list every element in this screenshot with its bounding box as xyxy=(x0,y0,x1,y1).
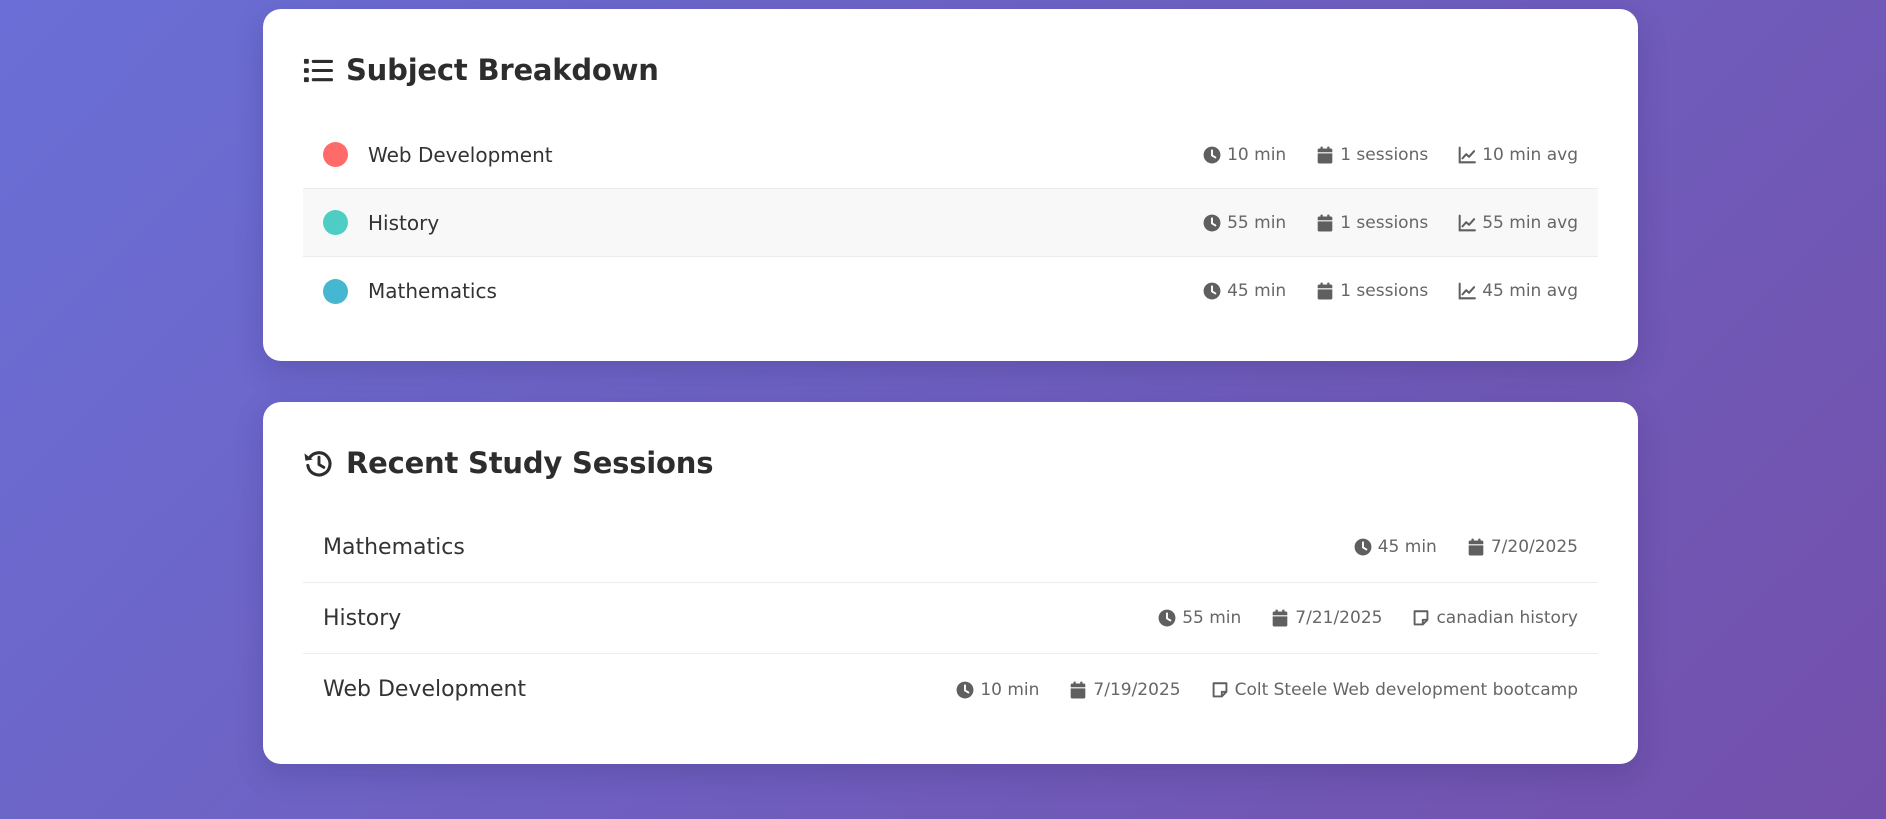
total-time: 55 min xyxy=(1203,213,1286,233)
subject-row-mathematics[interactable]: Mathematics 45 min 1 sessions 45 min avg xyxy=(303,257,1598,325)
clock-icon xyxy=(1203,214,1221,232)
clock-icon xyxy=(1203,146,1221,164)
recent-sessions-title: Recent Study Sessions xyxy=(303,442,1598,484)
total-time-value: 55 min xyxy=(1227,212,1287,233)
average-time: 55 min avg xyxy=(1458,213,1578,233)
subject-breakdown-card: Subject Breakdown Web Development 10 min… xyxy=(263,9,1638,361)
session-duration: 45 min xyxy=(1354,537,1437,557)
session-duration-value: 10 min xyxy=(980,679,1040,700)
average-time-value: 45 min avg xyxy=(1482,281,1578,301)
calendar-icon xyxy=(1271,609,1289,627)
subject-stats: 55 min 1 sessions 55 min avg xyxy=(1203,213,1578,233)
session-duration-value: 55 min xyxy=(1182,608,1242,628)
session-note-text: Colt Steele Web development bootcamp xyxy=(1234,679,1578,700)
calendar-icon xyxy=(1316,214,1334,232)
session-count: 1 sessions xyxy=(1316,213,1428,233)
session-details: 55 min 7/21/2025 canadian history xyxy=(1158,608,1578,628)
calendar-icon xyxy=(1069,681,1087,699)
session-duration: 10 min xyxy=(956,680,1039,700)
subject-color-dot xyxy=(323,142,348,167)
session-date: 7/19/2025 xyxy=(1069,679,1181,700)
session-count: 1 sessions xyxy=(1316,145,1428,165)
calendar-icon xyxy=(1467,538,1485,556)
subject-name: Mathematics xyxy=(368,279,497,303)
chart-line-icon xyxy=(1458,146,1476,164)
calendar-icon xyxy=(1316,282,1334,300)
recent-sessions-title-text: Recent Study Sessions xyxy=(346,446,714,480)
session-date: 7/20/2025 xyxy=(1467,537,1578,557)
session-duration-value: 45 min xyxy=(1377,537,1437,557)
total-time: 45 min xyxy=(1203,281,1286,301)
total-time: 10 min xyxy=(1203,145,1286,165)
recent-sessions-card: Recent Study Sessions Mathematics 45 min… xyxy=(263,402,1638,764)
subject-row-web-development[interactable]: Web Development 10 min 1 sessions 10 min… xyxy=(303,121,1598,189)
subject-name: Web Development xyxy=(368,142,553,167)
session-count-value: 1 sessions xyxy=(1340,144,1429,165)
total-time-value: 10 min xyxy=(1227,144,1287,165)
session-row-web-development[interactable]: Web Development 10 min 7/19/2025 Colt St… xyxy=(303,654,1598,725)
subject-stats: 10 min 1 sessions 10 min avg xyxy=(1203,145,1578,165)
session-subject: Web Development xyxy=(323,677,527,702)
average-time-value: 55 min avg xyxy=(1482,212,1578,233)
subject-breakdown-title-text: Subject Breakdown xyxy=(346,53,659,87)
chart-line-icon xyxy=(1458,282,1476,300)
clock-icon xyxy=(1158,609,1176,627)
session-count-value: 1 sessions xyxy=(1340,281,1429,301)
subject-color-dot xyxy=(323,278,348,304)
subject-breakdown-title: Subject Breakdown xyxy=(303,49,1598,91)
session-details: 10 min 7/19/2025 Colt Steele Web develop… xyxy=(956,680,1578,700)
sticky-note-icon xyxy=(1211,681,1229,699)
subject-list: Web Development 10 min 1 sessions 10 min… xyxy=(303,121,1598,325)
subject-row-history[interactable]: History 55 min 1 sessions 55 min avg xyxy=(303,189,1598,257)
subject-name: History xyxy=(368,210,440,235)
calendar-icon xyxy=(1316,146,1334,164)
session-row-history[interactable]: History 55 min 7/21/2025 canadian histor… xyxy=(303,583,1598,654)
clock-icon xyxy=(1203,282,1221,300)
session-details: 45 min 7/20/2025 xyxy=(1354,537,1578,557)
total-time-value: 45 min xyxy=(1227,281,1287,301)
average-time: 10 min avg xyxy=(1458,145,1578,165)
session-note-text: canadian history xyxy=(1436,608,1578,628)
session-row-mathematics[interactable]: Mathematics 45 min 7/20/2025 xyxy=(303,512,1598,583)
session-date-value: 7/21/2025 xyxy=(1295,608,1383,628)
session-subject: Mathematics xyxy=(323,534,465,560)
session-subject: History xyxy=(323,605,402,631)
session-date: 7/21/2025 xyxy=(1271,608,1382,628)
subject-color-dot xyxy=(323,210,348,235)
session-date-value: 7/19/2025 xyxy=(1093,679,1181,700)
clock-icon xyxy=(1354,538,1372,556)
average-time: 45 min avg xyxy=(1458,281,1578,301)
session-note: canadian history xyxy=(1412,608,1578,628)
session-note: Colt Steele Web development bootcamp xyxy=(1211,680,1578,700)
session-list: Mathematics 45 min 7/20/2025 History 55 … xyxy=(303,512,1598,725)
average-time-value: 10 min avg xyxy=(1482,144,1578,165)
clock-icon xyxy=(956,681,974,699)
session-count-value: 1 sessions xyxy=(1340,212,1429,233)
sticky-note-icon xyxy=(1412,609,1430,627)
session-date-value: 7/20/2025 xyxy=(1490,537,1578,557)
history-icon xyxy=(303,448,334,479)
session-duration: 55 min xyxy=(1158,608,1241,628)
list-icon xyxy=(303,55,334,86)
chart-line-icon xyxy=(1458,214,1476,232)
subject-stats: 45 min 1 sessions 45 min avg xyxy=(1203,281,1578,301)
session-count: 1 sessions xyxy=(1316,281,1428,301)
